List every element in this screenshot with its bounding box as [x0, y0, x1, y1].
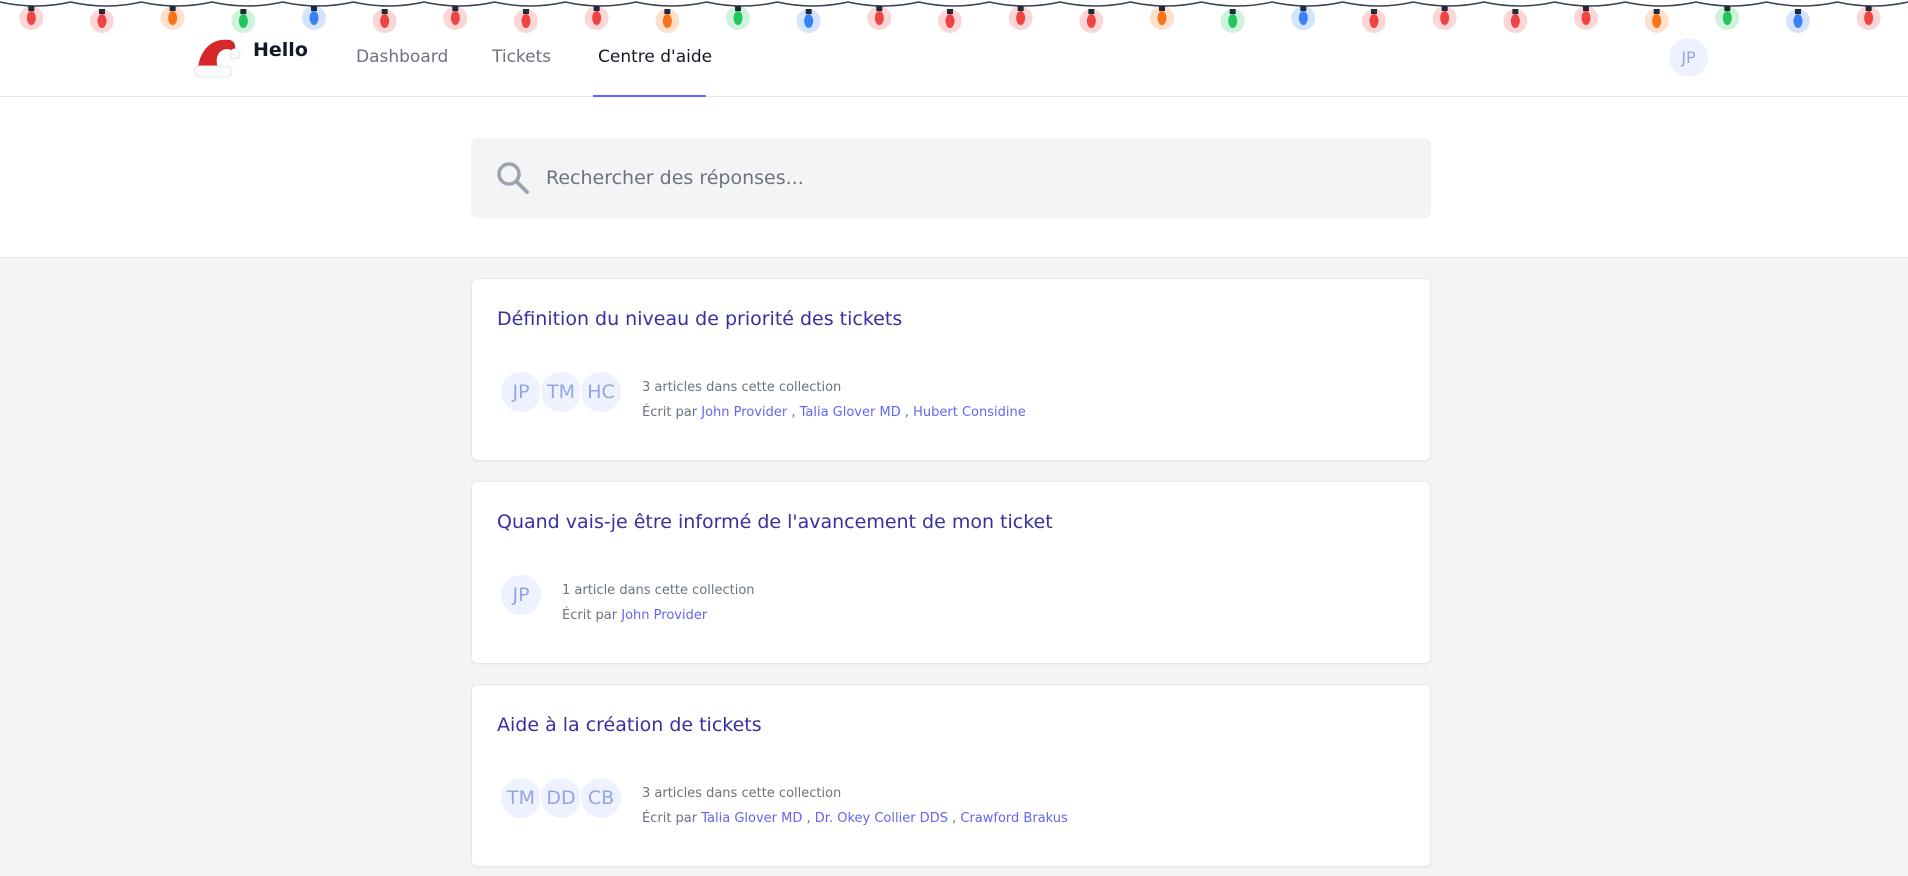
light-bulb [1715, 6, 1740, 30]
collection-card[interactable]: Aide à la création de tickets TM DD CB 3… [471, 684, 1431, 867]
light-bulb [867, 6, 892, 30]
search-input[interactable] [546, 167, 1386, 189]
light-bulb [443, 6, 468, 30]
light-bulb [726, 6, 750, 30]
written-by-label: Écrit par [642, 405, 698, 420]
collection-card[interactable]: Quand vais-je être informé de l'avanceme… [471, 481, 1431, 664]
author-avatar: CB [579, 776, 623, 820]
light-bulb [1220, 9, 1245, 33]
light-bulb [1362, 9, 1386, 33]
light-bulb [796, 9, 821, 33]
light-bulb [19, 6, 44, 30]
brand-name: Hello [253, 39, 308, 61]
author-avatars: JP [499, 573, 543, 617]
light-bulb [584, 6, 609, 30]
author-avatar: HC [579, 370, 623, 414]
author-avatars: JP TM HC [499, 370, 623, 414]
author-link[interactable]: John Provider [701, 405, 787, 420]
light-bulb [1503, 9, 1528, 33]
brand[interactable]: Hello [190, 30, 308, 82]
light-bulb [1786, 9, 1810, 33]
author-avatar: JP [499, 573, 543, 617]
authors-line: Écrit par John Provider [562, 603, 755, 628]
written-by-label: Écrit par [642, 811, 698, 826]
header: Hello Dashboard Tickets Centre d'aide JP [0, 0, 1908, 258]
author-link[interactable]: Talia Glover MD [800, 405, 901, 420]
user-avatar[interactable]: JP [1669, 38, 1708, 77]
active-tab-indicator [593, 95, 706, 97]
collection-meta: 1 article dans cette collection Écrit pa… [562, 578, 755, 628]
author-avatar: TM [539, 370, 583, 414]
light-bulb [1432, 6, 1457, 30]
light-bulb [1856, 6, 1881, 30]
author-avatar: JP [499, 370, 543, 414]
santa-hat-icon [193, 39, 241, 78]
light-bulb [90, 9, 114, 33]
author-avatar: TM [499, 776, 543, 820]
light-bulb [1008, 6, 1033, 30]
collection-meta: 3 articles dans cette collection Écrit p… [642, 781, 1068, 831]
author-avatar: DD [539, 776, 583, 820]
search-bar[interactable] [471, 138, 1431, 218]
lights-wire [0, 1, 1908, 7]
top-navigation: Hello Dashboard Tickets Centre d'aide JP [0, 0, 1908, 97]
collection-title[interactable]: Aide à la création de tickets [497, 714, 762, 736]
light-bulb [302, 6, 326, 30]
author-link[interactable]: Dr. Okey Collier DDS [815, 811, 948, 826]
authors-line: Écrit par John Provider , Talia Glover M… [642, 405, 1026, 420]
written-by-label: Écrit par [562, 608, 618, 623]
author-link[interactable]: John Provider [621, 608, 707, 623]
light-bulb [372, 9, 397, 33]
nav-dashboard[interactable]: Dashboard [356, 47, 448, 67]
author-link[interactable]: Crawford Brakus [960, 811, 1067, 826]
nav-help-center[interactable]: Centre d'aide [598, 47, 712, 67]
collection-title[interactable]: Définition du niveau de priorité des tic… [497, 308, 902, 330]
article-count: 3 articles dans cette collection [642, 380, 842, 395]
light-bulb [1150, 6, 1174, 30]
light-bulb [1291, 6, 1316, 30]
article-count: 1 article dans cette collection [562, 583, 755, 598]
light-bulb [655, 9, 680, 33]
article-count: 3 articles dans cette collection [642, 786, 842, 801]
author-link[interactable]: Talia Glover MD [701, 811, 802, 826]
light-bulb [1574, 6, 1598, 30]
authors-line: Écrit par Talia Glover MD , Dr. Okey Col… [642, 811, 1068, 826]
light-bulb [514, 9, 538, 33]
nav-tickets[interactable]: Tickets [492, 47, 551, 67]
author-avatars: TM DD CB [499, 776, 623, 820]
collection-title[interactable]: Quand vais-je être informé de l'avanceme… [497, 511, 1053, 533]
author-link[interactable]: Hubert Considine [913, 405, 1026, 420]
light-bulb [938, 9, 962, 33]
light-bulb [1079, 9, 1104, 33]
light-bulb [160, 6, 185, 30]
collection-meta: 3 articles dans cette collection Écrit p… [642, 375, 1026, 425]
collection-card[interactable]: Définition du niveau de priorité des tic… [471, 278, 1431, 461]
search-icon [497, 162, 529, 194]
light-bulb [1644, 9, 1669, 33]
